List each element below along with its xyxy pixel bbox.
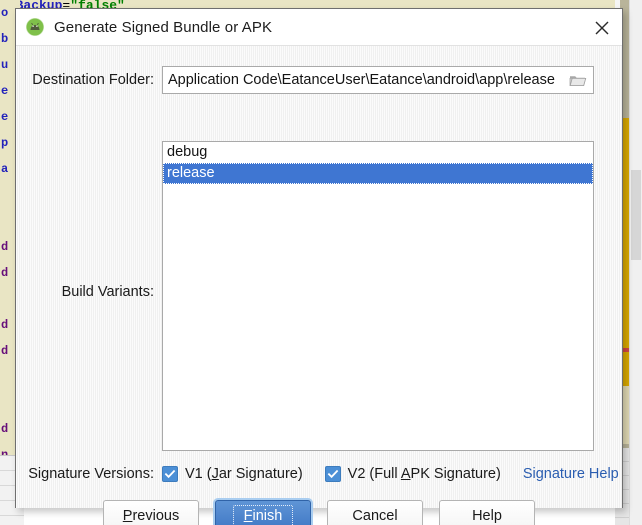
folder-icon[interactable]	[567, 70, 589, 90]
signature-versions-row: Signature Versions: V1 (Jar Signature) V2…	[16, 462, 622, 486]
destination-folder-value[interactable]: Application Code\EatanceUser\Eatance\and…	[168, 72, 567, 88]
destination-folder-row: Destination Folder: Application Code\Eat…	[16, 66, 622, 94]
dialog-body: Destination Folder: Application Code\Eat…	[16, 46, 622, 508]
signature-versions-label: Signature Versions:	[16, 466, 162, 482]
checkbox-label-v1: V1 (Jar Signature)	[185, 466, 303, 482]
signature-checkbox-v1[interactable]: V1 (Jar Signature)	[162, 466, 303, 482]
help-button-label: Help	[472, 508, 502, 524]
build-variant-item[interactable]: debug	[163, 142, 593, 163]
build-variants-list[interactable]: debugrelease	[162, 141, 594, 451]
check-icon	[164, 468, 176, 480]
help-button[interactable]: Help	[439, 500, 535, 525]
android-studio-icon	[25, 17, 45, 37]
screen-root: owBackup="false" obueepadddddn	[0, 0, 642, 525]
checkbox-v1[interactable]	[162, 466, 178, 482]
finish-button[interactable]: Finish	[215, 500, 311, 525]
editor-vertical-scrollbar[interactable]	[629, 0, 642, 525]
cancel-button-label: Cancel	[352, 508, 397, 524]
close-icon[interactable]	[591, 17, 613, 39]
checkbox-v2[interactable]	[325, 466, 341, 482]
check-icon	[327, 468, 339, 480]
previous-button-label: Previous	[123, 508, 179, 524]
cancel-button[interactable]: Cancel	[327, 500, 423, 525]
checkbox-label-v2: V2 (Full APK Signature)	[348, 466, 501, 482]
previous-button[interactable]: Previous	[103, 500, 199, 525]
signature-checkbox-v2[interactable]: V2 (Full APK Signature)	[325, 466, 501, 482]
dialog-title: Generate Signed Bundle or APK	[54, 19, 272, 36]
destination-folder-input[interactable]: Application Code\EatanceUser\Eatance\and…	[162, 66, 594, 94]
signature-help-link[interactable]: Signature Help	[523, 466, 619, 482]
finish-button-label: Finish	[233, 505, 294, 525]
build-variants-label: Build Variants:	[16, 284, 162, 300]
destination-folder-label: Destination Folder:	[16, 72, 162, 88]
signature-checkbox-group: V1 (Jar Signature) V2 (Full APK Signature…	[162, 466, 523, 482]
generate-signed-bundle-dialog: Generate Signed Bundle or APK Destinatio…	[15, 8, 623, 508]
scrollbar-thumb[interactable]	[631, 170, 641, 260]
dialog-title-bar: Generate Signed Bundle or APK	[16, 9, 622, 46]
build-variant-item[interactable]: release	[163, 163, 593, 184]
dialog-button-bar: Previous Finish Cancel Help	[16, 500, 622, 525]
